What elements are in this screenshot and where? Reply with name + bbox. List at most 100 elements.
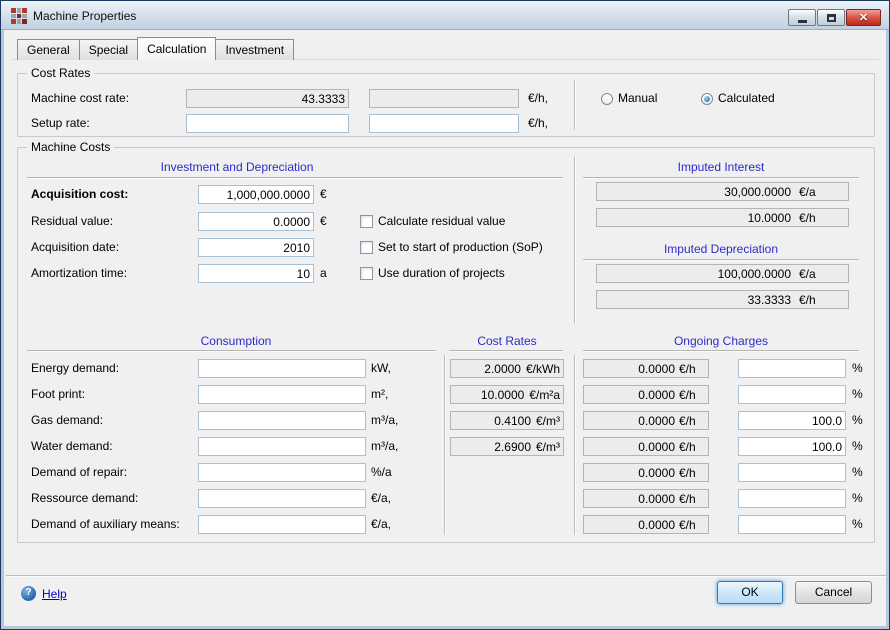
tab-strip: General Special Calculation Investment <box>17 37 294 60</box>
water-demand-label: Water demand: <box>31 437 113 456</box>
acquisition-date-input[interactable] <box>198 238 314 257</box>
imputed-interest-annual-field: 30,000.0000 €/a <box>596 182 849 201</box>
calculate-residual-checkbox[interactable] <box>360 215 373 228</box>
demand-of-repair-unit: %/a <box>371 463 392 482</box>
ongoing-charges-underline <box>583 350 859 351</box>
ongoing-percent-unit-6: % <box>852 489 863 508</box>
setup-rate-input-2[interactable] <box>369 114 519 133</box>
imputed-interest-heading: Imputed Interest <box>583 160 859 174</box>
acquisition-cost-label: Acquisition cost: <box>31 185 128 204</box>
machine-cost-rate-field-2 <box>369 89 519 108</box>
gas-demand-unit: m³/a, <box>371 411 398 430</box>
machine-costs-group-title: Machine Costs <box>27 140 114 154</box>
machine-cost-rate-unit: €/h, <box>528 89 548 108</box>
gas-cost-rate-field: 0.4100 €/m³ <box>450 411 564 430</box>
ongoing-charge-field-2: 0.0000 €/h <box>583 385 709 404</box>
gas-demand-input[interactable] <box>198 411 366 430</box>
ongoing-percent-input-1[interactable] <box>738 359 846 378</box>
app-icon <box>11 8 27 24</box>
investment-heading: Investment and Depreciation <box>27 160 447 174</box>
manual-radio-label[interactable]: Manual <box>618 89 657 108</box>
cost-rates-group-title: Cost Rates <box>27 66 94 80</box>
duration-projects-checkbox-label[interactable]: Use duration of projects <box>378 264 505 283</box>
energy-demand-input[interactable] <box>198 359 366 378</box>
sop-checkbox-label[interactable]: Set to start of production (SoP) <box>378 238 543 257</box>
tab-calculation[interactable]: Calculation <box>137 37 216 60</box>
cost-rates-divider <box>574 80 575 130</box>
residual-value-input[interactable] <box>198 212 314 231</box>
cancel-button[interactable]: Cancel <box>795 581 872 604</box>
tab-general[interactable]: General <box>17 39 80 60</box>
imputed-depreciation-annual-field: 100,000.0000 €/a <box>596 264 849 283</box>
upper-section-divider <box>574 157 575 323</box>
amortization-time-unit: a <box>320 264 327 283</box>
machine-cost-rate-value: 43.3333 <box>190 92 345 106</box>
ongoing-percent-input-6[interactable] <box>738 489 846 508</box>
machine-properties-dialog: Machine Properties General Special Calcu… <box>0 0 890 630</box>
calculated-radio-label[interactable]: Calculated <box>718 89 775 108</box>
imputed-depreciation-underline <box>583 259 859 260</box>
consumption-heading: Consumption <box>27 334 445 348</box>
ongoing-percent-input-5[interactable] <box>738 463 846 482</box>
auxiliary-means-input[interactable] <box>198 515 366 534</box>
footprint-cost-rate-field: 10.0000 €/m²a <box>450 385 564 404</box>
ressource-demand-unit: €/a, <box>371 489 391 508</box>
machine-cost-rate-field-1: 43.3333 <box>186 89 349 108</box>
imputed-interest-hourly-field: 10.0000 €/h <box>596 208 849 227</box>
setup-rate-input-1[interactable] <box>186 114 349 133</box>
maximize-button[interactable] <box>817 9 845 26</box>
amortization-time-label: Amortization time: <box>31 264 127 283</box>
water-demand-input[interactable] <box>198 437 366 456</box>
tab-investment[interactable]: Investment <box>216 39 294 60</box>
sop-checkbox[interactable] <box>360 241 373 254</box>
manual-radio[interactable] <box>601 93 613 105</box>
acquisition-date-label: Acquisition date: <box>31 238 119 257</box>
ongoing-percent-input-4[interactable] <box>738 437 846 456</box>
titlebar[interactable]: Machine Properties <box>1 1 889 30</box>
acquisition-cost-unit: € <box>320 185 327 204</box>
residual-value-unit: € <box>320 212 327 231</box>
ongoing-percent-input-3[interactable] <box>738 411 846 430</box>
ongoing-percent-input-7[interactable] <box>738 515 846 534</box>
help-icon[interactable] <box>21 586 36 601</box>
auxiliary-means-unit: €/a, <box>371 515 391 534</box>
foot-print-unit: m², <box>371 385 388 404</box>
water-demand-unit: m³/a, <box>371 437 398 456</box>
ongoing-percent-input-2[interactable] <box>738 385 846 404</box>
ongoing-charge-field-7: 0.0000 €/h <box>583 515 709 534</box>
ongoing-percent-unit-4: % <box>852 437 863 456</box>
cost-rates-col-underline <box>449 350 563 351</box>
ongoing-charge-field-6: 0.0000 €/h <box>583 489 709 508</box>
maximize-icon <box>827 14 836 22</box>
gas-demand-label: Gas demand: <box>31 411 103 430</box>
ressource-demand-input[interactable] <box>198 489 366 508</box>
cost-rates-col-heading: Cost Rates <box>449 334 565 348</box>
ongoing-percent-unit-7: % <box>852 515 863 534</box>
help-link[interactable]: Help <box>42 587 67 601</box>
minimize-button[interactable] <box>788 9 816 26</box>
ongoing-charge-field-5: 0.0000 €/h <box>583 463 709 482</box>
acquisition-cost-input[interactable] <box>198 185 314 204</box>
ongoing-percent-unit-5: % <box>852 463 863 482</box>
ressource-demand-label: Ressource demand: <box>31 489 138 508</box>
energy-cost-rate-field: 2.0000 €/kWh <box>450 359 564 378</box>
tab-special[interactable]: Special <box>80 39 138 60</box>
ongoing-percent-unit-3: % <box>852 411 863 430</box>
ongoing-percent-unit-2: % <box>852 385 863 404</box>
close-button[interactable] <box>846 9 881 26</box>
setup-rate-label: Setup rate: <box>31 114 90 133</box>
foot-print-input[interactable] <box>198 385 366 404</box>
setup-rate-unit: €/h, <box>528 114 548 133</box>
ok-button[interactable]: OK <box>717 581 783 604</box>
footer-separator-highlight <box>6 576 886 577</box>
window-title: Machine Properties <box>33 9 136 23</box>
duration-projects-checkbox[interactable] <box>360 267 373 280</box>
minimize-icon <box>798 20 807 23</box>
calculate-residual-checkbox-label[interactable]: Calculate residual value <box>378 212 505 231</box>
residual-value-label: Residual value: <box>31 212 113 231</box>
demand-of-repair-input[interactable] <box>198 463 366 482</box>
machine-cost-rate-label: Machine cost rate: <box>31 89 129 108</box>
amortization-time-input[interactable] <box>198 264 314 283</box>
calculated-radio[interactable] <box>701 93 713 105</box>
foot-print-label: Foot print: <box>31 385 85 404</box>
